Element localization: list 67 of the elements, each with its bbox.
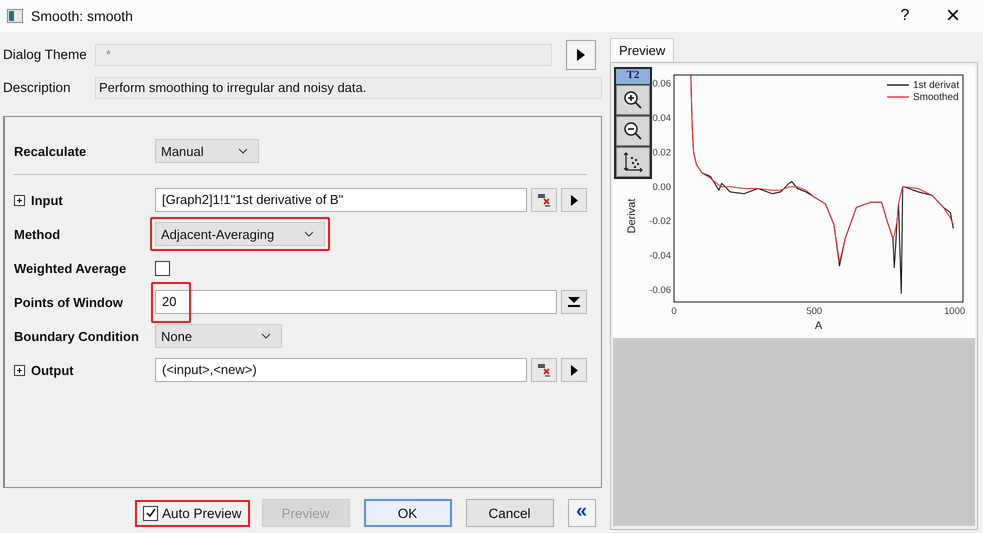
play-icon xyxy=(577,48,585,60)
field-label: Input xyxy=(31,192,64,208)
range-field[interactable]: (<input>,<new>) xyxy=(155,358,527,382)
field-label: Output xyxy=(31,362,75,378)
play-icon xyxy=(570,364,578,376)
auto-preview-checkbox[interactable]: Auto Preview xyxy=(137,502,248,524)
range-field[interactable]: [Graph2]1!1"1st derivative of B" xyxy=(155,188,527,212)
select-range-button[interactable] xyxy=(531,188,557,212)
x-tick-label: 500 xyxy=(806,306,822,317)
zoom-out-button[interactable] xyxy=(616,116,650,146)
dialog-button[interactable]: OK xyxy=(364,499,452,527)
y-tick-label: 0.06 xyxy=(652,78,671,90)
field-label: Dialog Theme xyxy=(3,47,88,62)
field-label: Method xyxy=(14,226,62,242)
zoom-out-icon xyxy=(622,120,644,142)
field-label: Description xyxy=(3,80,72,95)
dropdown-arrow-icon xyxy=(568,297,580,307)
window-title: Smooth: smooth xyxy=(31,8,134,24)
app-icon xyxy=(7,9,23,23)
select-range-button[interactable] xyxy=(531,358,557,382)
menu-button[interactable] xyxy=(561,358,587,382)
dropdown-button[interactable] xyxy=(561,290,587,314)
theme-field[interactable]: * xyxy=(95,44,552,66)
menu-button[interactable] xyxy=(561,188,587,212)
help-button[interactable]: ? xyxy=(885,0,925,32)
x-axis-title: A xyxy=(814,320,822,332)
zoom-in-button[interactable] xyxy=(616,85,650,115)
chevron-icon xyxy=(261,333,271,339)
field-label: Points of Window xyxy=(14,294,124,310)
y-tick-label: -0.04 xyxy=(649,250,671,262)
legend-line xyxy=(887,96,909,98)
select-data-icon xyxy=(537,193,551,207)
close-button[interactable]: × xyxy=(933,0,973,32)
y-tick-label: 0.04 xyxy=(652,113,671,124)
number-field[interactable]: 20 xyxy=(155,290,557,314)
legend-label: Smoothed xyxy=(913,92,959,103)
chevron-icon xyxy=(304,231,314,237)
x-tick-label: 1000 xyxy=(944,306,966,317)
collapse-button[interactable]: « xyxy=(568,499,596,527)
play-icon xyxy=(570,194,578,206)
field-label: Weighted Average xyxy=(14,260,128,276)
theme-menu-button[interactable] xyxy=(566,40,596,70)
y-tick-label: -0.06 xyxy=(649,284,671,296)
zoom-in-icon xyxy=(622,89,644,111)
legend-label: 1st derivat xyxy=(913,80,960,91)
y-tick-label: 0.02 xyxy=(652,147,671,158)
recalculate-dropdown[interactable]: Manual xyxy=(155,139,259,163)
rescale-button[interactable] xyxy=(616,147,650,177)
select-data-icon xyxy=(537,363,551,377)
y-tick-label: 0.00 xyxy=(652,182,671,193)
dropdown[interactable]: None xyxy=(155,324,282,348)
dialog-button[interactable]: Cancel xyxy=(466,499,554,527)
expand-icon[interactable] xyxy=(14,194,25,206)
field-label: Recalculate xyxy=(14,144,88,158)
preview-tab[interactable]: Preview xyxy=(610,38,674,62)
rescale-icon xyxy=(622,151,644,173)
dropdown[interactable]: Adjacent-Averaging xyxy=(155,222,326,246)
expand-icon[interactable] xyxy=(14,364,25,376)
x-tick-label: 0 xyxy=(671,306,677,317)
layer-indicator[interactable]: T2 xyxy=(616,69,650,84)
chevron-icon xyxy=(238,148,248,154)
description-field: Perform smoothing to irregular and noisy data. xyxy=(95,76,602,98)
legend-line xyxy=(887,84,909,86)
y-axis-title: Derivat xyxy=(626,198,638,234)
y-tick-label: -0.02 xyxy=(649,216,671,228)
checkbox[interactable] xyxy=(155,260,170,276)
field-label: Boundary Condition xyxy=(14,328,140,344)
